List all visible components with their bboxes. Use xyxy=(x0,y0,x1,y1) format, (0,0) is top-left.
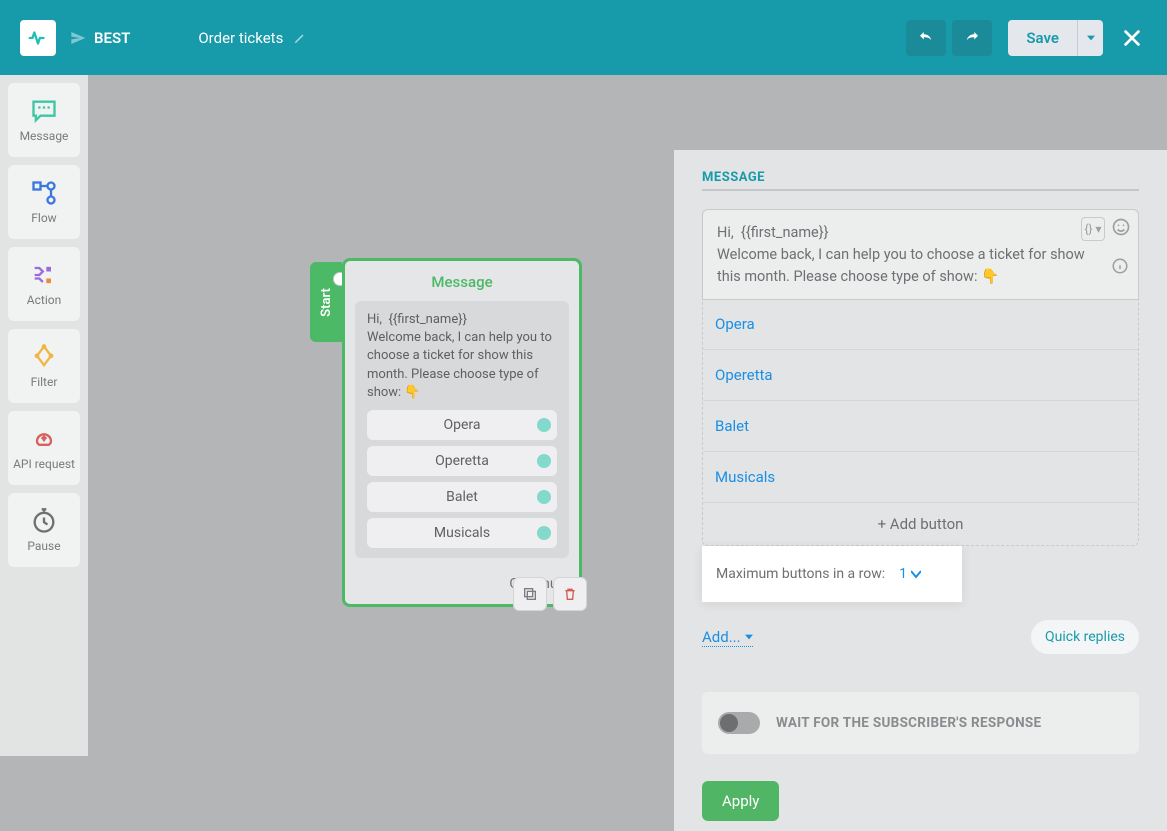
max-buttons-label: Maximum buttons in a row: xyxy=(716,566,885,582)
node-option-label: Operetta xyxy=(435,453,489,469)
save-button[interactable]: Save xyxy=(1008,20,1077,56)
sidebar-item-action[interactable]: Action xyxy=(8,247,80,321)
redo-icon xyxy=(963,29,981,47)
sidebar-item-flow[interactable]: Flow xyxy=(8,165,80,239)
apply-button[interactable]: Apply xyxy=(702,781,779,821)
node-option[interactable]: Operetta xyxy=(367,446,557,476)
node-option-label: Balet xyxy=(446,489,478,505)
sidebar-item-label: Action xyxy=(27,293,61,307)
node-option[interactable]: Balet xyxy=(367,482,557,512)
add-element-label: Add... xyxy=(702,628,741,646)
node-port[interactable] xyxy=(537,526,551,540)
action-icon xyxy=(29,261,59,289)
add-button-row[interactable]: + Add button xyxy=(703,503,1138,545)
message-icon xyxy=(29,97,59,125)
max-buttons-value: 1 xyxy=(899,566,907,582)
node-text: Hi, {{first_name}} Welcome back, I can h… xyxy=(367,311,557,402)
message-node[interactable]: Message Hi, {{first_name}} Welcome back,… xyxy=(342,258,582,607)
node-actions xyxy=(513,577,587,611)
node-option-label: Opera xyxy=(443,417,480,433)
sidebar-item-message[interactable]: Message xyxy=(8,83,80,157)
panel-section-title: MESSAGE xyxy=(702,166,1139,191)
sidebar-item-label: Flow xyxy=(31,211,56,225)
wait-label: WAIT FOR THE SUBSCRIBER'S RESPONSE xyxy=(776,715,1041,731)
sidebar-item-label: Filter xyxy=(31,375,58,389)
message-tools: {} ▾ xyxy=(1081,217,1131,241)
properties-panel: MESSAGE Hi, {{first_name}} Welcome back,… xyxy=(674,150,1167,831)
bot-name: BEST xyxy=(94,29,130,47)
node-option-label: Musicals xyxy=(434,525,490,541)
lower-row: Add... Quick replies xyxy=(702,620,1139,654)
left-sidebar: Message Flow Action Filter API request P… xyxy=(0,75,88,756)
redo-button[interactable] xyxy=(952,20,992,56)
node-port[interactable] xyxy=(537,490,551,504)
copy-icon xyxy=(522,586,538,602)
caret-down-icon xyxy=(745,633,753,641)
pencil-icon[interactable] xyxy=(293,31,307,45)
breadcrumb-flow[interactable]: Order tickets xyxy=(198,29,307,47)
sidebar-item-label: API request xyxy=(13,457,75,471)
api-icon xyxy=(29,425,59,453)
button-row[interactable]: Operetta xyxy=(703,350,1138,401)
header-left: BEST Order tickets xyxy=(20,20,307,56)
node-option[interactable]: Opera xyxy=(367,410,557,440)
node-body: Hi, {{first_name}} Welcome back, I can h… xyxy=(355,301,569,558)
variable-insert-button[interactable]: {} ▾ xyxy=(1081,217,1105,241)
node-port[interactable] xyxy=(537,454,551,468)
wait-response-box: WAIT FOR THE SUBSCRIBER'S RESPONSE xyxy=(702,692,1139,754)
node-port[interactable] xyxy=(537,418,551,432)
chevron-down-icon xyxy=(911,569,921,579)
button-list: Opera Operetta Balet Musicals + Add butt… xyxy=(702,299,1139,546)
info-icon[interactable] xyxy=(1111,257,1129,275)
caret-down-icon xyxy=(1087,34,1095,42)
quick-replies-button[interactable]: Quick replies xyxy=(1031,620,1139,654)
close-button[interactable] xyxy=(1117,23,1147,53)
duplicate-button[interactable] xyxy=(513,577,547,611)
send-icon xyxy=(70,30,86,46)
button-row[interactable]: Balet xyxy=(703,401,1138,452)
flow-title: Order tickets xyxy=(198,29,283,47)
trash-icon xyxy=(562,586,578,602)
top-header: BEST Order tickets Save xyxy=(0,0,1167,75)
sidebar-item-label: Pause xyxy=(27,539,60,553)
start-label: Start xyxy=(319,288,334,317)
breadcrumb-bot[interactable]: BEST xyxy=(70,29,130,47)
sidebar-item-filter[interactable]: Filter xyxy=(8,329,80,403)
flow-canvas[interactable]: Start Message Hi, {{first_name}} Welcome… xyxy=(88,75,1167,756)
wait-toggle[interactable] xyxy=(718,712,760,734)
max-buttons-row: Maximum buttons in a row: 1 xyxy=(702,546,962,602)
save-dropdown[interactable] xyxy=(1077,20,1103,56)
close-icon xyxy=(1121,27,1143,49)
app-logo[interactable] xyxy=(20,20,56,56)
pulse-icon xyxy=(27,27,49,49)
header-right: Save xyxy=(906,20,1147,56)
undo-icon xyxy=(917,29,935,47)
sidebar-item-pause[interactable]: Pause xyxy=(8,493,80,567)
node-option[interactable]: Musicals xyxy=(367,518,557,548)
message-textarea[interactable]: Hi, {{first_name}} Welcome back, I can h… xyxy=(702,209,1139,300)
button-row[interactable]: Opera xyxy=(703,299,1138,350)
flow-icon xyxy=(29,179,59,207)
emoji-icon[interactable] xyxy=(1111,217,1131,237)
pause-icon xyxy=(29,507,59,535)
filter-icon xyxy=(29,343,59,371)
sidebar-item-label: Message xyxy=(20,129,69,143)
node-title: Message xyxy=(345,261,579,301)
delete-button[interactable] xyxy=(553,577,587,611)
max-buttons-select[interactable]: 1 xyxy=(899,566,921,582)
sidebar-item-api[interactable]: API request xyxy=(8,411,80,485)
add-element-link[interactable]: Add... xyxy=(702,628,753,647)
button-row[interactable]: Musicals xyxy=(703,452,1138,503)
undo-button[interactable] xyxy=(906,20,946,56)
